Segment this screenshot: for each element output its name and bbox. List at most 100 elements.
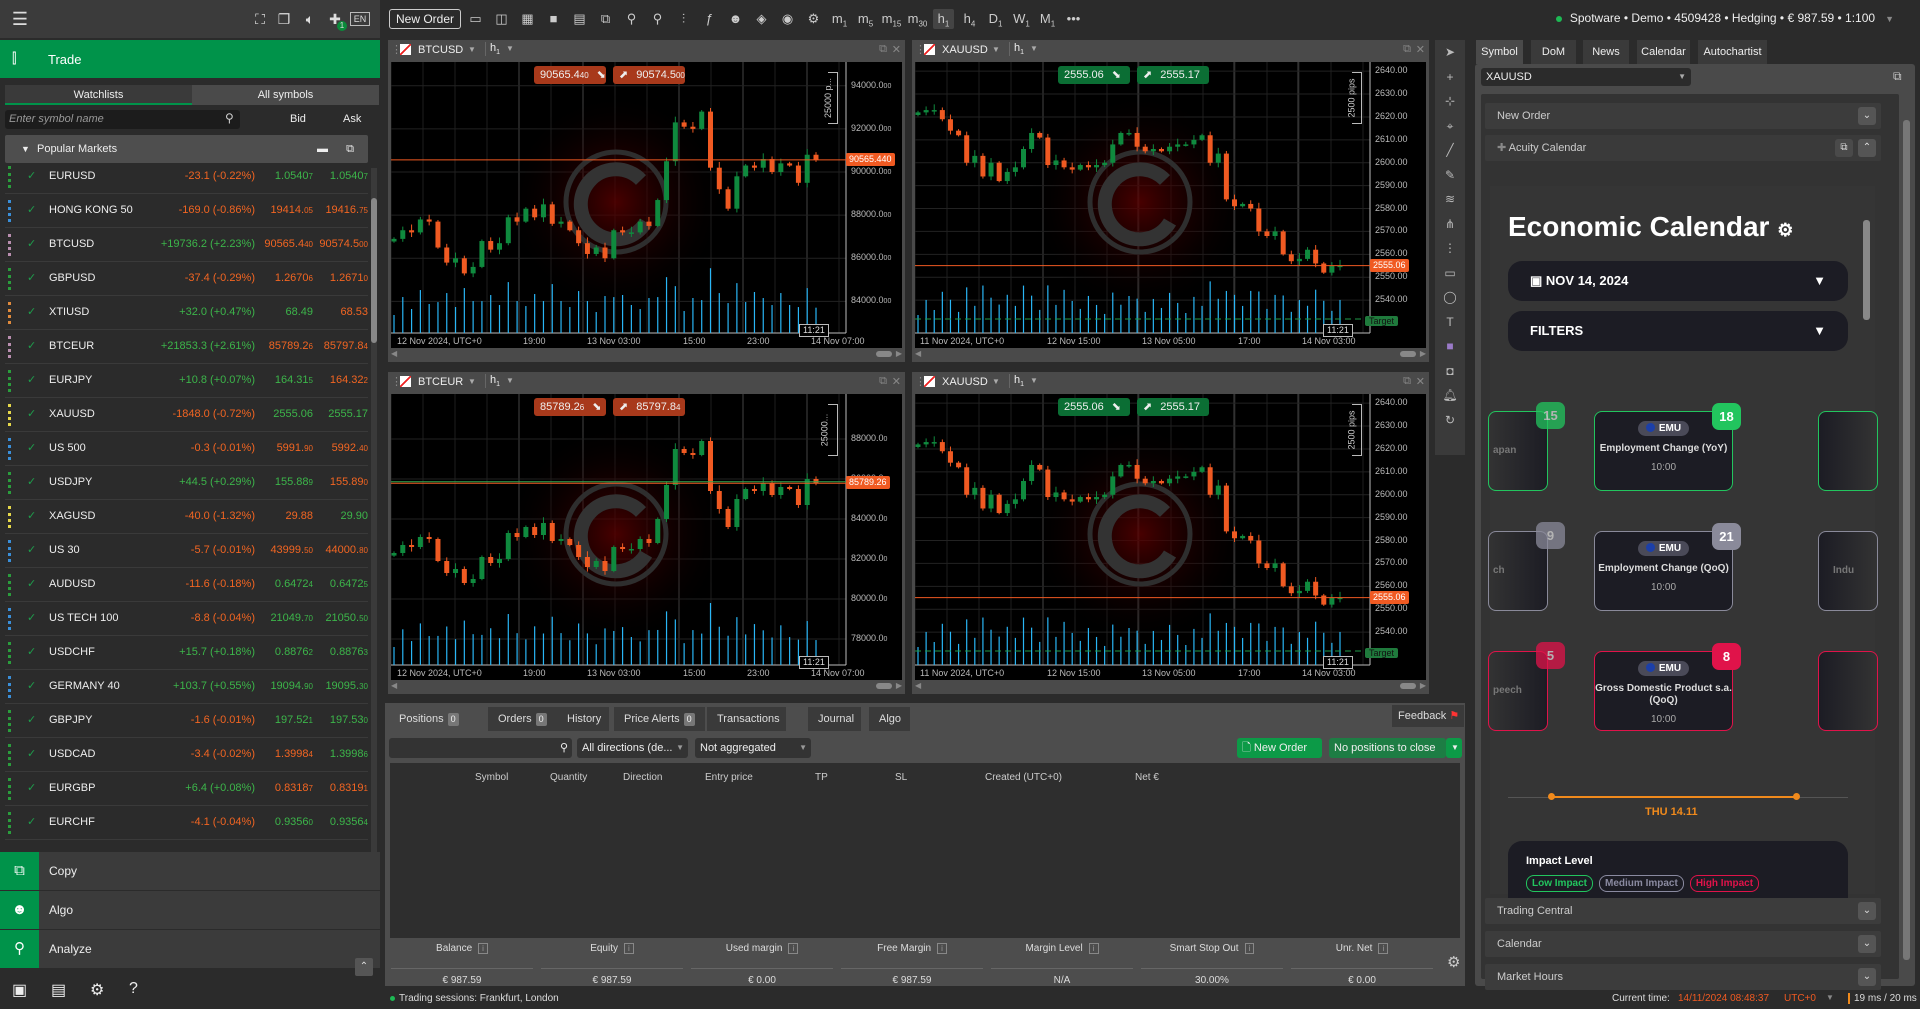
zoom-in-icon[interactable]: ⚲ bbox=[647, 9, 668, 29]
chart-timeframe-select[interactable]: h1 ▼ bbox=[1009, 374, 1038, 389]
event-card[interactable]: 21 EMU Employment Change (QoQ) 10:00 bbox=[1594, 523, 1741, 611]
watchlist-row[interactable]: ✓ USDCHF +15.7 (+0.18%) 0.88762 0.88763 bbox=[5, 636, 368, 670]
hamburger-menu-icon[interactable]: ☰ bbox=[10, 10, 30, 28]
timeframe-W1[interactable]: W1 bbox=[1011, 9, 1032, 29]
tab-autochartist[interactable]: Autochartist bbox=[1698, 40, 1767, 64]
alert-bell-icon[interactable]: 🔔︎ bbox=[1435, 383, 1465, 408]
chart-scrollbar[interactable]: ◀ ▶ bbox=[915, 349, 1426, 361]
column-header[interactable]: SL bbox=[895, 772, 907, 783]
bid-price[interactable]: 1.26706 bbox=[275, 272, 313, 284]
popular-markets-header[interactable]: ▼ Popular Markets ▬ ⧉ bbox=[5, 135, 368, 163]
bid-button[interactable]: 90565.440 ⬊ bbox=[534, 66, 606, 84]
timezone-select[interactable]: UTC+0 bbox=[1784, 993, 1816, 1004]
info-icon[interactable]: i bbox=[788, 943, 799, 954]
watchlist-row[interactable]: ✓ EURGBP +6.4 (+0.08%) 0.83187 0.83191 bbox=[5, 772, 368, 806]
column-header[interactable]: Entry price bbox=[705, 772, 753, 783]
direction-select[interactable]: All directions (de... ▼ bbox=[577, 738, 688, 758]
ask-price[interactable]: 0.83191 bbox=[330, 782, 368, 794]
watchlist-row[interactable]: ✓ USDJPY +44.5 (+0.29%) 155.889 155.890 bbox=[5, 466, 368, 500]
chevron-up-icon[interactable]: ⌃ bbox=[1858, 139, 1876, 157]
bid-button[interactable]: 2555.06 ⬊ bbox=[1058, 66, 1130, 84]
fullscreen-icon[interactable]: ⛶ bbox=[250, 10, 270, 28]
impact-filter-low[interactable]: Low Impact bbox=[1526, 875, 1594, 892]
tab-journal[interactable]: Journal bbox=[808, 707, 861, 731]
chart-scrollbar[interactable]: ◀ ▶ bbox=[915, 681, 1426, 693]
single-view-icon[interactable]: ■ bbox=[543, 9, 564, 29]
close-icon[interactable]: ✕ bbox=[892, 43, 901, 56]
close-icon[interactable]: ✕ bbox=[1416, 43, 1425, 56]
timeframe-h4[interactable]: h4 bbox=[959, 9, 980, 29]
event-card[interactable]: 18 EMU Employment Change (YoY) 10:00 bbox=[1594, 403, 1741, 491]
chart-plot[interactable]: 2640.00 2630.00 2620.00 2610.00 2600.00 2590.… bbox=[915, 394, 1426, 680]
language-button[interactable]: EN bbox=[350, 12, 370, 26]
timeframe-h1[interactable]: h1 bbox=[933, 9, 954, 29]
watchlist-row[interactable]: ✓ US TECH 100 -8.8 (-0.04%) 21049.70 21050.5… bbox=[5, 602, 368, 636]
popout-icon[interactable]: ⧉ bbox=[879, 375, 887, 388]
watchlist-row[interactable]: ✓ GBPJPY -1.6 (-0.01%) 197.521 197.530 bbox=[5, 704, 368, 738]
watchlist-row[interactable]: ✓ US 30 -5.7 (-0.01%) 43999.50 44000.80 bbox=[5, 534, 368, 568]
bid-price[interactable]: 29.88 bbox=[285, 510, 313, 522]
layers-icon[interactable]: ◈ bbox=[751, 9, 772, 29]
watchlist-row[interactable]: ✓ GBPUSD -37.4 (-0.29%) 1.26706 1.26710 bbox=[5, 262, 368, 296]
popout-icon[interactable]: ⧉ bbox=[346, 135, 354, 163]
new-order-button[interactable]: 🗋︎ New Order bbox=[1237, 738, 1322, 758]
tab-news[interactable]: News bbox=[1583, 40, 1629, 64]
chart-plot[interactable]: 2640.00 2630.00 2620.00 2610.00 2600.00 2590.… bbox=[915, 62, 1426, 348]
tab-all-symbols[interactable]: All symbols bbox=[192, 85, 379, 105]
chart-type-icon[interactable]: ⫶ bbox=[673, 9, 694, 29]
watchlist-row[interactable]: ✓ HONG KONG 50 -169.0 (-0.86%) 19414.05 1941… bbox=[5, 194, 368, 228]
ask-price[interactable]: 1.39986 bbox=[330, 748, 368, 760]
ask-price[interactable]: 5992.40 bbox=[332, 442, 368, 454]
chart-symbol-select[interactable]: XAUUSD bbox=[942, 44, 988, 56]
account-info[interactable]: Spotware • Demo • 4509428 • Hedging • € … bbox=[1555, 11, 1894, 25]
timeframe-m5[interactable]: m5 bbox=[855, 9, 876, 29]
symbol-search-input[interactable]: Enter symbol name bbox=[5, 110, 240, 129]
calendar-scrollbar[interactable] bbox=[1863, 206, 1870, 866]
search-icon[interactable]: ⚲ bbox=[225, 111, 234, 125]
history-icon[interactable]: ↻ bbox=[1435, 408, 1465, 433]
eye-icon[interactable]: ◉ bbox=[777, 9, 798, 29]
bid-price[interactable]: 5991.90 bbox=[277, 442, 313, 454]
chart-timeframe-select[interactable]: h1 ▼ bbox=[485, 42, 514, 57]
cursor-icon[interactable]: ➤ bbox=[1435, 40, 1465, 65]
ask-price[interactable]: 2555.17 bbox=[328, 408, 368, 420]
new-order-accordion[interactable]: New Order ⌄ bbox=[1485, 103, 1881, 129]
chevron-down-icon[interactable]: ⌄ bbox=[1858, 107, 1876, 125]
info-icon[interactable]: i bbox=[937, 943, 947, 954]
info-icon[interactable]: i bbox=[478, 943, 488, 954]
popout-icon[interactable]: ⧉ bbox=[1403, 375, 1411, 388]
watchlist-scrollbar[interactable] bbox=[371, 168, 377, 883]
tab-positions[interactable]: Positions 0 bbox=[389, 707, 465, 731]
timeframe-m30[interactable]: m30 bbox=[907, 9, 928, 29]
tab-symbol[interactable]: Symbol bbox=[1476, 40, 1523, 64]
crosshair-icon[interactable]: + bbox=[1435, 65, 1465, 90]
bid-price[interactable]: 85789.26 bbox=[269, 340, 313, 352]
chart-plot[interactable]: 88000.0086000.0084000.0082000.0080000.00… bbox=[391, 394, 902, 680]
timeframe-M1[interactable]: M1 bbox=[1037, 9, 1058, 29]
ask-price[interactable]: 1.05407 bbox=[330, 170, 368, 182]
chart-symbol-select[interactable]: XAUUSD bbox=[942, 376, 988, 388]
add-chart-icon[interactable]: ⧉ bbox=[595, 9, 616, 29]
zoom-out-icon[interactable]: ⚲ bbox=[621, 9, 642, 29]
column-header[interactable]: Direction bbox=[623, 772, 662, 783]
column-header[interactable]: TP bbox=[815, 772, 828, 783]
popout-icon[interactable]: ⧉ bbox=[1835, 139, 1853, 157]
settings-icon[interactable]: ⚙ bbox=[1447, 953, 1460, 971]
ask-button[interactable]: ⬈ 2555.17 bbox=[1137, 66, 1209, 84]
watchlist-row[interactable]: ✓ EURCHF -4.1 (-0.04%) 0.93560 0.93564 bbox=[5, 806, 368, 840]
bid-price[interactable]: 0.83187 bbox=[275, 782, 313, 794]
positions-search-input[interactable]: ⚲ bbox=[389, 738, 572, 758]
watchlist-row[interactable]: ✓ XAUUSD -1848.0 (-0.72%) 2555.06 2555.17 bbox=[5, 398, 368, 432]
chart-scrollbar[interactable]: ◀ ▶ bbox=[391, 349, 902, 361]
multi-view-icon[interactable]: ▤ bbox=[569, 9, 590, 29]
tab-orders[interactable]: Orders 0 bbox=[488, 707, 561, 731]
feedback-button[interactable]: Feedback ⚑ bbox=[1392, 705, 1464, 727]
event-card[interactable]: 8 EMU Gross Domestic Product s.a. (QoQ) 10:… bbox=[1594, 643, 1741, 731]
accordion-calendar[interactable]: Calendar ⌄ bbox=[1485, 931, 1881, 957]
symbol-dropdown-icon[interactable]: ▼ bbox=[992, 45, 1000, 54]
info-icon[interactable]: i bbox=[1378, 943, 1389, 954]
bid-price[interactable]: 164.315 bbox=[275, 374, 313, 386]
column-header[interactable]: Symbol bbox=[475, 772, 508, 783]
camera-icon[interactable]: ◘ bbox=[1435, 359, 1465, 384]
ask-price[interactable]: 90574.500 bbox=[319, 238, 368, 250]
